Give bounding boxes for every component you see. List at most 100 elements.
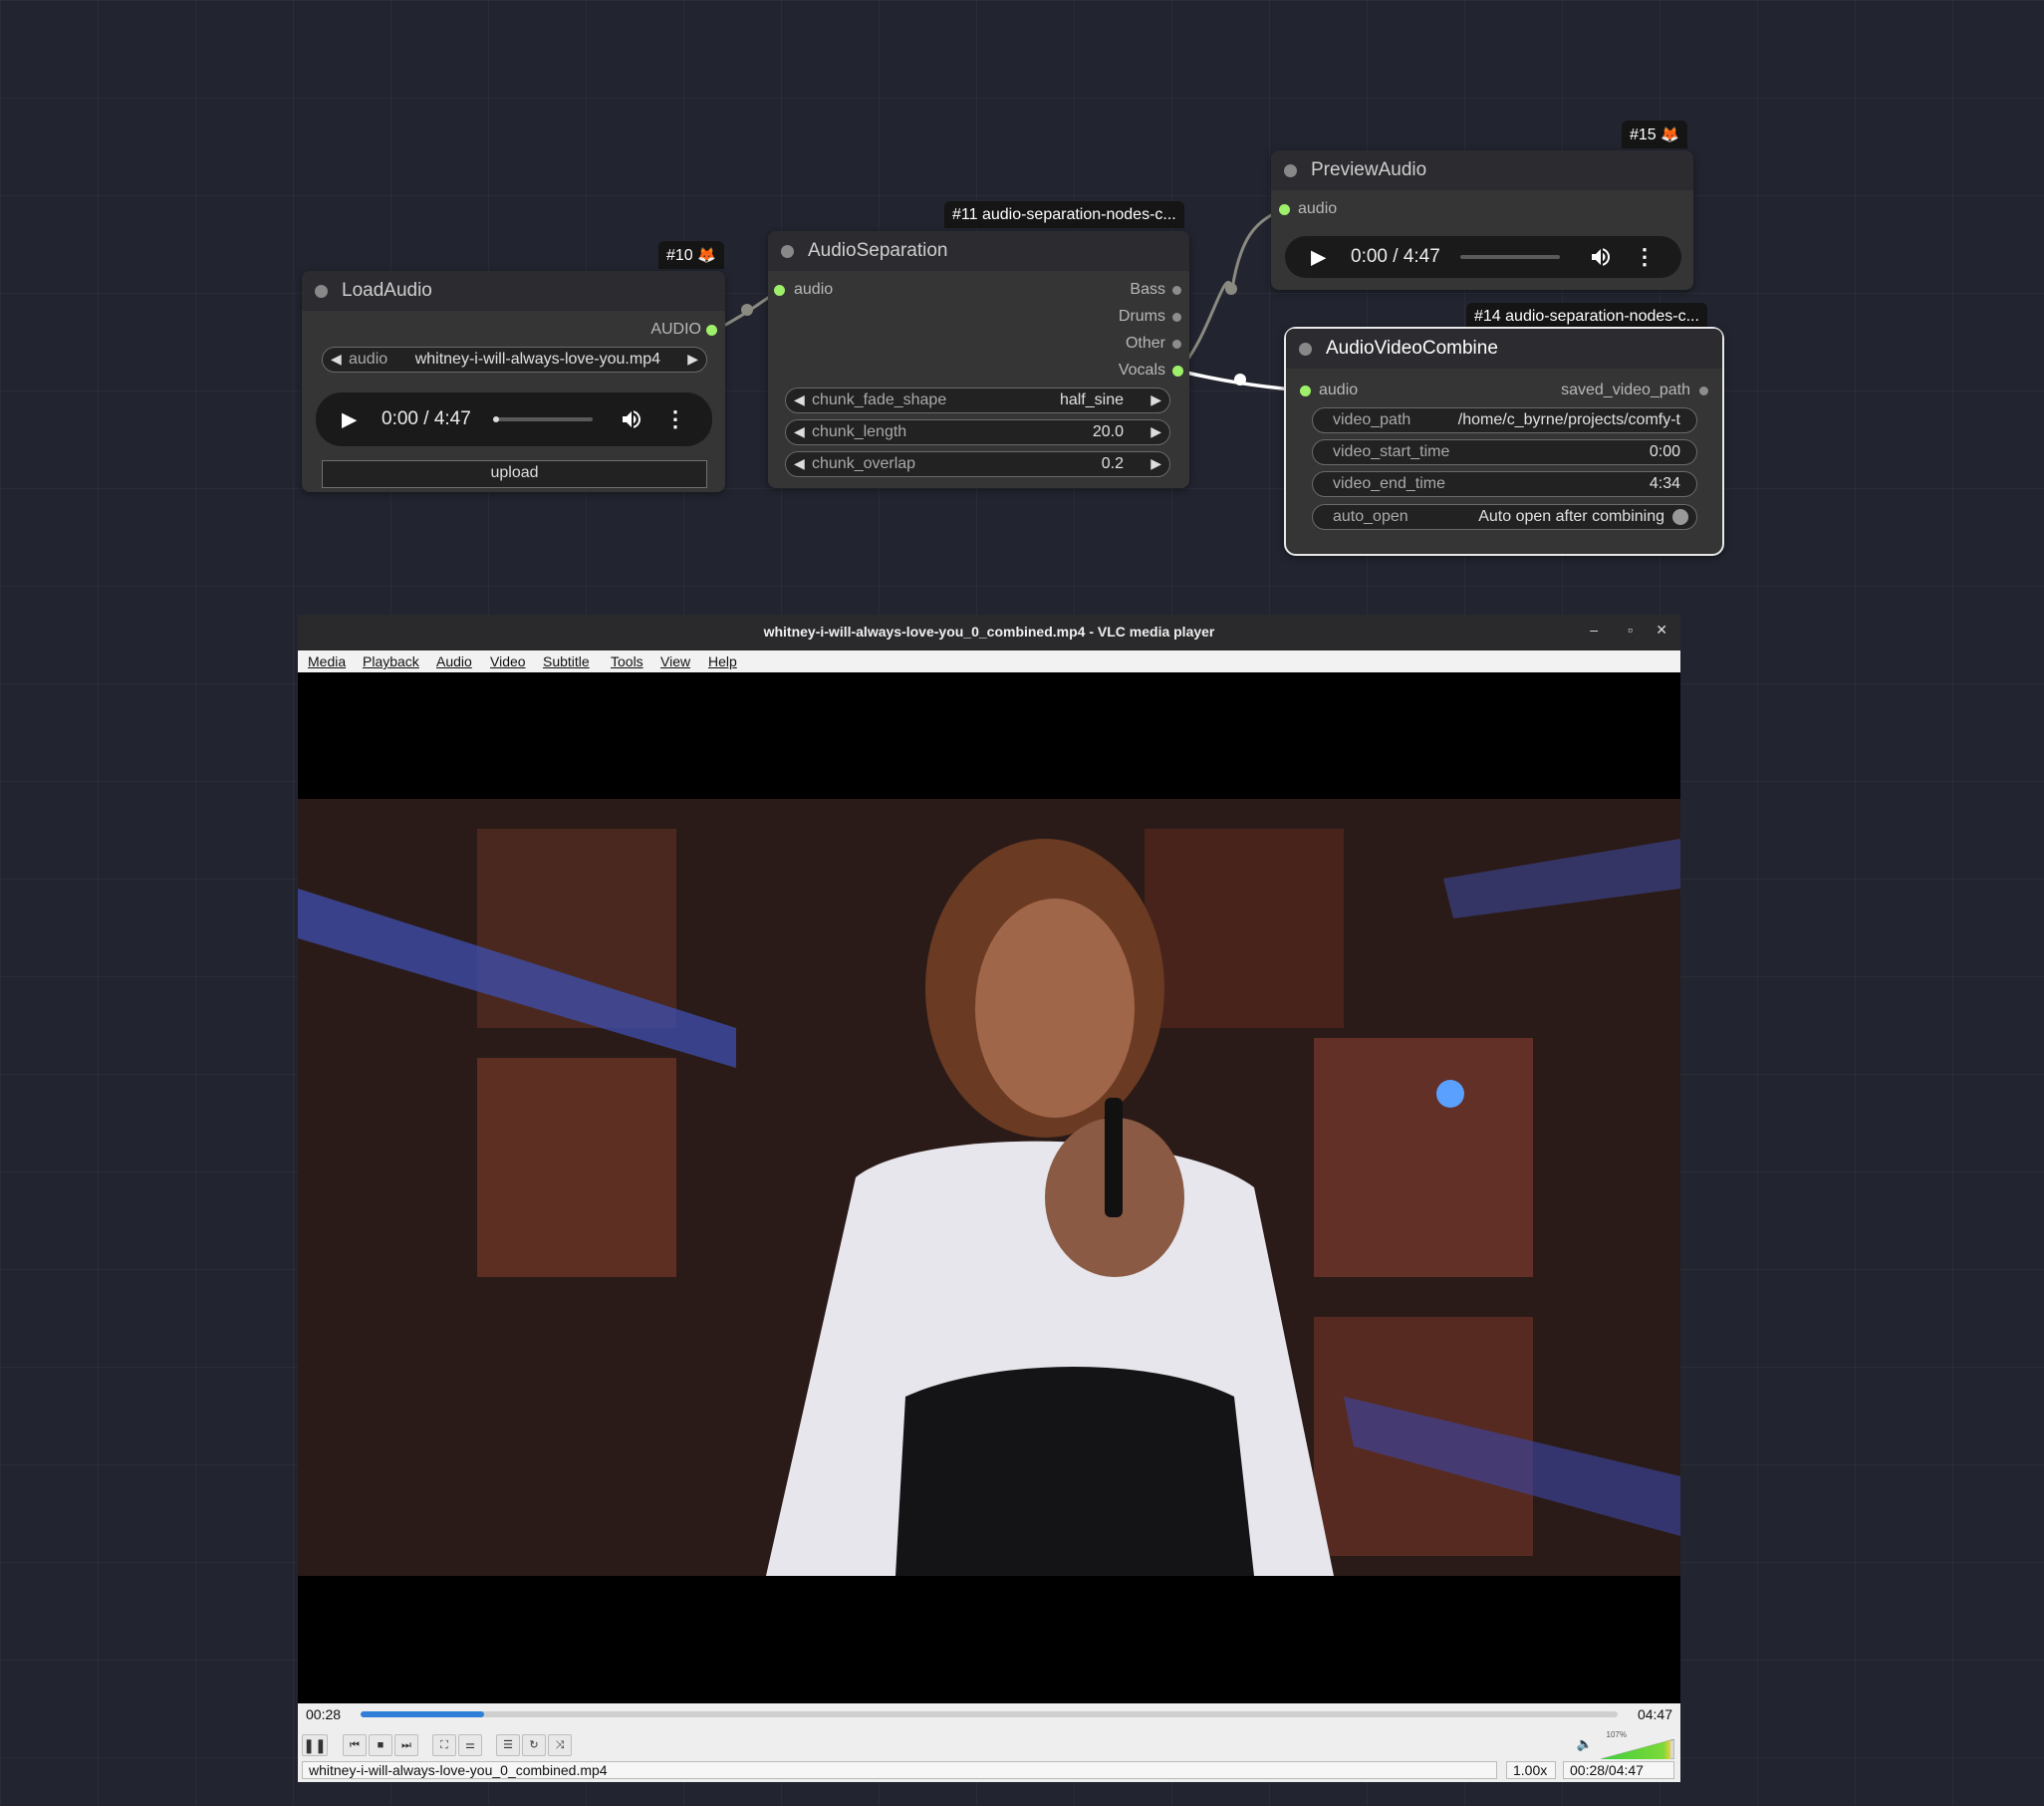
- node-title: PreviewAudio: [1311, 159, 1427, 180]
- menu-playback[interactable]: Playback: [363, 653, 419, 669]
- input-label-audio: audio: [1319, 382, 1359, 398]
- volume-icon[interactable]: [1589, 245, 1613, 269]
- shuffle-button[interactable]: ⤨: [548, 1734, 572, 1756]
- node-audio-separation[interactable]: AudioSeparation audio Bass Drums Other V…: [768, 231, 1189, 488]
- menu-tools[interactable]: Tools: [611, 653, 643, 669]
- chunk-fade-shape-combo[interactable]: ◀ chunk_fade_shape half_sine ▶: [785, 387, 1170, 413]
- node-title: LoadAudio: [342, 280, 432, 301]
- loop-button[interactable]: ↻: [522, 1734, 546, 1756]
- node-header[interactable]: AudioSeparation: [768, 231, 1189, 271]
- node-title: AudioVideoCombine: [1326, 338, 1498, 359]
- control-bar: 00:28 04:47 ❚❚ ⏮ ■ ⏭ ⛶ ⚌ ☰ ↻ ⤨ 🔈 107% wh…: [298, 1703, 1680, 1782]
- output-label-saved-video-path: saved_video_path: [1561, 382, 1690, 398]
- fullscreen-button[interactable]: ⛶: [432, 1734, 456, 1756]
- output-slot-audio[interactable]: [706, 325, 717, 336]
- arrow-left-icon[interactable]: ◀: [794, 391, 805, 408]
- arrow-left-icon[interactable]: ◀: [331, 351, 342, 368]
- node-header[interactable]: LoadAudio: [302, 271, 725, 311]
- arrow-right-icon[interactable]: ▶: [1150, 391, 1161, 408]
- elapsed-time: 00:28: [306, 1706, 342, 1722]
- play-icon[interactable]: ▶: [342, 407, 357, 432]
- node-header[interactable]: PreviewAudio: [1271, 150, 1693, 190]
- seek-slider[interactable]: [361, 1711, 1618, 1717]
- arrow-right-icon[interactable]: ▶: [1150, 423, 1161, 440]
- maximize-icon[interactable]: ▫: [1628, 622, 1633, 638]
- output-slot-vocals[interactable]: [1172, 366, 1183, 377]
- volume-percent: 107%: [1606, 1730, 1627, 1739]
- menu-audio[interactable]: Audio: [436, 653, 472, 669]
- video-start-time-field[interactable]: video_start_time 0:00: [1312, 439, 1697, 465]
- audio-player[interactable]: ▶ 0:00 / 4:47 ⋮: [1285, 236, 1681, 278]
- status-filename: whitney-i-will-always-love-you_0_combine…: [302, 1761, 1497, 1779]
- output-label-other: Other: [1125, 335, 1165, 352]
- seek-bar[interactable]: [493, 416, 593, 422]
- node-load-audio[interactable]: LoadAudio AUDIO ◀ audio whitney-i-will-a…: [302, 271, 725, 492]
- volume-slider[interactable]: [1601, 1739, 1674, 1759]
- output-slot-drums[interactable]: [1172, 313, 1181, 322]
- title-bar[interactable]: whitney-i-will-always-love-you_0_combine…: [298, 615, 1680, 650]
- menu-view[interactable]: View: [660, 653, 690, 669]
- playlist-button[interactable]: ☰: [496, 1734, 520, 1756]
- node-badge-preview-audio: #15 🦊: [1622, 121, 1687, 148]
- output-label-drums: Drums: [1118, 308, 1165, 325]
- seek-bar[interactable]: [1460, 255, 1560, 259]
- menu-help[interactable]: Help: [708, 653, 737, 669]
- node-title: AudioSeparation: [808, 240, 948, 261]
- more-options-icon[interactable]: ⋮: [1634, 246, 1656, 268]
- minimize-icon[interactable]: –: [1590, 622, 1598, 638]
- status-speed[interactable]: 1.00x: [1506, 1761, 1556, 1779]
- video-end-time-field[interactable]: video_end_time 4:34: [1312, 471, 1697, 497]
- menu-video[interactable]: Video: [490, 653, 526, 669]
- toggle-knob[interactable]: [1672, 509, 1688, 525]
- extended-settings-button[interactable]: ⚌: [458, 1734, 482, 1756]
- speaker-icon[interactable]: 🔈: [1577, 1736, 1593, 1752]
- close-icon[interactable]: ✕: [1656, 622, 1667, 639]
- chunk-overlap-number[interactable]: ◀ chunk_overlap 0.2 ▶: [785, 451, 1170, 477]
- input-slot-audio[interactable]: [1279, 204, 1290, 215]
- player-time: 0:00 / 4:47: [382, 408, 471, 429]
- fox-icon: 🦊: [697, 247, 716, 264]
- input-slot-audio[interactable]: [774, 285, 785, 296]
- more-options-icon[interactable]: ⋮: [664, 408, 686, 430]
- output-label-vocals: Vocals: [1118, 362, 1165, 379]
- next-button[interactable]: ⏭: [394, 1734, 418, 1756]
- output-slot-bass[interactable]: [1172, 286, 1181, 295]
- menu-media[interactable]: Media: [308, 653, 346, 669]
- upload-button[interactable]: upload: [322, 460, 707, 488]
- fox-icon: 🦊: [1661, 127, 1679, 143]
- video-area[interactable]: [298, 672, 1680, 1720]
- node-header[interactable]: AudioVideoCombine: [1286, 329, 1722, 369]
- video-path-field[interactable]: video_path /home/c_byrne/projects/comfy-…: [1312, 407, 1697, 433]
- seek-progress: [361, 1711, 484, 1717]
- player-time: 0:00 / 4:47: [1351, 246, 1440, 267]
- video-frame: [298, 799, 1680, 1576]
- arrow-left-icon[interactable]: ◀: [794, 423, 805, 440]
- output-label-bass: Bass: [1130, 281, 1165, 298]
- node-preview-audio[interactable]: PreviewAudio audio ▶ 0:00 / 4:47 ⋮: [1271, 150, 1693, 290]
- arrow-left-icon[interactable]: ◀: [794, 455, 805, 472]
- output-slot-other[interactable]: [1172, 340, 1181, 349]
- chunk-length-number[interactable]: ◀ chunk_length 20.0 ▶: [785, 419, 1170, 445]
- arrow-right-icon[interactable]: ▶: [1150, 455, 1161, 472]
- pause-button[interactable]: ❚❚: [302, 1734, 328, 1756]
- vlc-window[interactable]: whitney-i-will-always-love-you_0_combine…: [298, 615, 1680, 1782]
- node-audio-video-combine[interactable]: AudioVideoCombine audio saved_video_path…: [1284, 327, 1724, 556]
- previous-button[interactable]: ⏮: [343, 1734, 367, 1756]
- volume-icon[interactable]: [620, 407, 643, 431]
- collapse-dot[interactable]: [781, 245, 794, 258]
- menu-subtitle[interactable]: Subtitle: [543, 653, 590, 669]
- collapse-dot[interactable]: [1284, 164, 1297, 177]
- audio-player[interactable]: ▶ 0:00 / 4:47 ⋮: [316, 392, 712, 446]
- stop-button[interactable]: ■: [369, 1734, 392, 1756]
- window-title: whitney-i-will-always-love-you_0_combine…: [763, 624, 1215, 640]
- collapse-dot[interactable]: [1299, 343, 1312, 356]
- collapse-dot[interactable]: [315, 285, 328, 298]
- play-icon[interactable]: ▶: [1311, 245, 1326, 270]
- arrow-right-icon[interactable]: ▶: [687, 351, 698, 368]
- output-slot-saved-video-path[interactable]: [1699, 387, 1708, 395]
- input-slot-audio[interactable]: [1300, 386, 1311, 396]
- total-time: 04:47: [1637, 1706, 1672, 1722]
- status-time[interactable]: 00:28/04:47: [1563, 1761, 1674, 1779]
- audio-file-combo[interactable]: ◀ audio whitney-i-will-always-love-you.m…: [322, 347, 707, 373]
- auto-open-toggle[interactable]: auto_open Auto open after combining: [1312, 504, 1697, 530]
